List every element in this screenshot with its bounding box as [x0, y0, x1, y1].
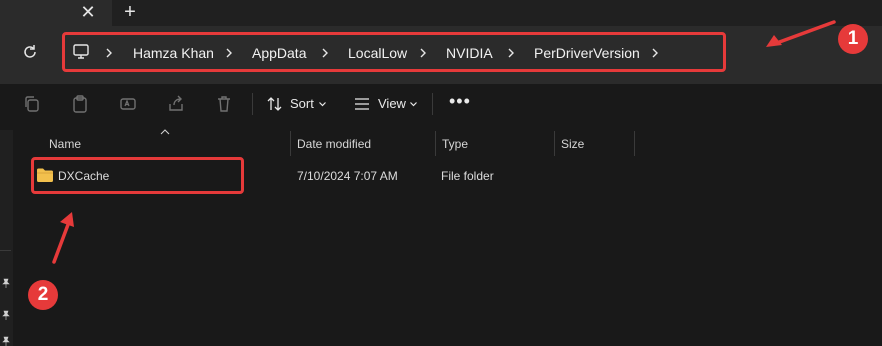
annotation-badge-2: 2 — [28, 280, 58, 310]
more-options-icon[interactable]: ••• — [449, 92, 470, 114]
column-divider[interactable] — [634, 131, 635, 156]
column-divider[interactable] — [435, 131, 436, 156]
pin-icon[interactable] — [1, 278, 11, 288]
sort-icon[interactable] — [266, 95, 284, 113]
file-type: File folder — [441, 169, 494, 183]
delete-icon[interactable] — [214, 94, 234, 114]
new-tab-icon[interactable]: + — [120, 2, 140, 22]
annotation-badge-1: 1 — [838, 24, 868, 54]
view-icon[interactable] — [353, 96, 371, 112]
toolbar-divider — [252, 93, 253, 115]
refresh-icon[interactable] — [20, 42, 40, 62]
rename-icon[interactable] — [118, 94, 138, 114]
pin-icon[interactable] — [1, 310, 11, 320]
column-header-size[interactable]: Size — [561, 137, 584, 151]
pin-icon[interactable] — [1, 336, 11, 346]
nav-divider — [0, 250, 11, 251]
view-button[interactable]: View — [378, 94, 406, 114]
sort-ascending-icon — [160, 129, 170, 135]
sort-button[interactable]: Sort — [290, 94, 314, 114]
column-divider[interactable] — [554, 131, 555, 156]
column-divider[interactable] — [290, 131, 291, 156]
column-header-date-modified[interactable]: Date modified — [297, 137, 371, 151]
file-date-modified: 7/10/2024 7:07 AM — [297, 169, 398, 183]
column-header-type[interactable]: Type — [442, 137, 468, 151]
view-chevron-down-icon[interactable] — [409, 100, 418, 108]
column-header-name[interactable]: Name — [49, 137, 81, 151]
annotation-box-address — [62, 32, 726, 72]
copy-icon[interactable] — [22, 94, 42, 114]
paste-icon[interactable] — [70, 94, 90, 114]
share-icon[interactable] — [166, 94, 186, 114]
annotation-arrow-1 — [766, 20, 836, 47]
annotation-box-folder — [31, 157, 244, 194]
annotation-arrow-2 — [52, 212, 74, 264]
close-tab-icon[interactable]: ✕ — [78, 2, 98, 22]
sort-chevron-down-icon[interactable] — [318, 100, 327, 108]
toolbar-divider — [432, 93, 433, 115]
